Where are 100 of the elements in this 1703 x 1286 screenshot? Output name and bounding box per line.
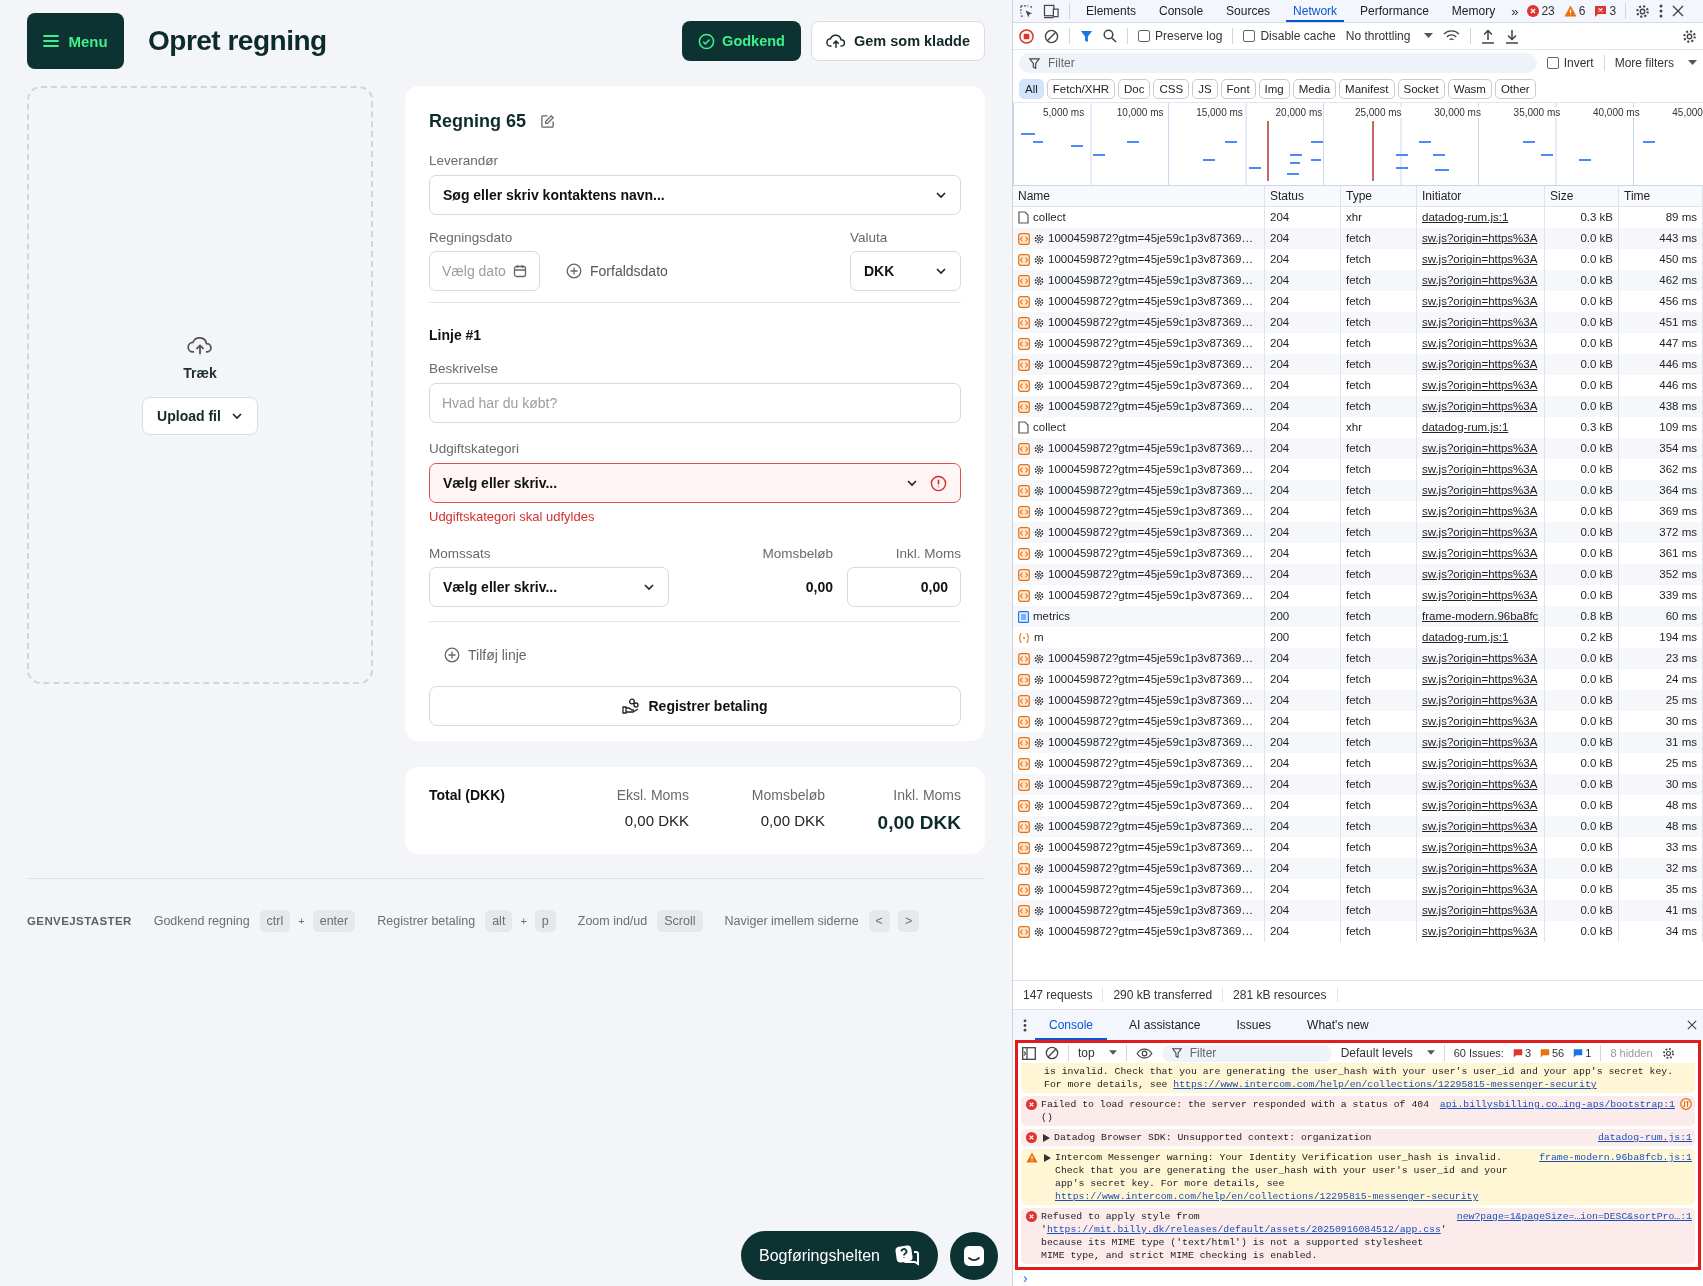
- initiator-link[interactable]: sw.js?origin=https%3A: [1422, 253, 1538, 265]
- initiator-link[interactable]: sw.js?origin=https%3A: [1422, 736, 1538, 748]
- upload-icon[interactable]: [1481, 28, 1496, 44]
- log-levels-dropdown[interactable]: Default levels: [1340, 1046, 1435, 1060]
- request-name[interactable]: 1000459872?gtm=45je59c1p3v87369…: [1013, 816, 1265, 837]
- register-payment-button[interactable]: Registrer betaling: [429, 686, 961, 726]
- description-field[interactable]: Hvad har du købt?: [429, 383, 961, 423]
- initiator-link[interactable]: sw.js?origin=https%3A: [1422, 232, 1538, 244]
- save-draft-button[interactable]: Gem som kladde: [810, 21, 985, 61]
- category-select[interactable]: Vælg eller skriv...: [429, 463, 961, 503]
- initiator-link[interactable]: sw.js?origin=https%3A: [1422, 904, 1538, 916]
- initiator-link[interactable]: datadog-rum.js:1: [1422, 211, 1509, 223]
- request-name[interactable]: 1000459872?gtm=45je59c1p3v87369…: [1013, 228, 1265, 249]
- settings-icon[interactable]: [1661, 1046, 1675, 1060]
- menu-button[interactable]: Menu: [27, 13, 124, 69]
- type-filter-chip[interactable]: Manifest: [1339, 79, 1395, 99]
- request-name[interactable]: 1000459872?gtm=45je59c1p3v87369…: [1013, 354, 1265, 375]
- request-name[interactable]: 1000459872?gtm=45je59c1p3v87369…: [1013, 312, 1265, 333]
- drawer-tab[interactable]: What's new: [1293, 1010, 1383, 1040]
- initiator-link[interactable]: sw.js?origin=https%3A: [1422, 778, 1538, 790]
- initiator-link[interactable]: sw.js?origin=https%3A: [1422, 694, 1538, 706]
- initiator-link[interactable]: sw.js?origin=https%3A: [1422, 400, 1538, 412]
- initiator-link[interactable]: sw.js?origin=https%3A: [1422, 841, 1538, 853]
- approve-button[interactable]: Godkend: [682, 21, 801, 61]
- type-filter-chip[interactable]: All: [1019, 79, 1044, 99]
- inspect-icon[interactable]: [1019, 3, 1034, 19]
- column-header[interactable]: Time: [1619, 186, 1703, 206]
- clear-icon[interactable]: [1045, 1046, 1059, 1060]
- url-link[interactable]: https://www.intercom.com/help/en/collections/12295815-messenger-security: [1173, 1079, 1597, 1090]
- source-link[interactable]: new?page=1&pageSize=…ion=DESC&sortPro…:1: [1456, 1210, 1692, 1223]
- source-link[interactable]: datadog-rum.js:1: [1597, 1131, 1692, 1144]
- filter-field[interactable]: Filter: [1019, 53, 1537, 73]
- initiator-link[interactable]: sw.js?origin=https%3A: [1422, 274, 1538, 286]
- throttling-dropdown[interactable]: No throttling: [1345, 29, 1434, 43]
- counter-badge[interactable]: 23: [1527, 4, 1555, 18]
- initiator-link[interactable]: sw.js?origin=https%3A: [1422, 673, 1538, 685]
- request-name[interactable]: 1000459872?gtm=45je59c1p3v87369…: [1013, 690, 1265, 711]
- initiator-link[interactable]: sw.js?origin=https%3A: [1422, 337, 1538, 349]
- devtools-tab[interactable]: Console: [1152, 0, 1211, 22]
- type-filter-chip[interactable]: Media: [1292, 79, 1337, 99]
- type-filter-chip[interactable]: Img: [1258, 79, 1290, 99]
- drawer-tab[interactable]: Console: [1035, 1010, 1108, 1040]
- more-filters-dropdown[interactable]: More filters: [1614, 56, 1697, 70]
- clear-icon[interactable]: [1044, 28, 1059, 44]
- file-dropzone[interactable]: Træk Upload fil: [27, 86, 373, 684]
- devtools-tab[interactable]: Sources: [1219, 0, 1278, 22]
- invert-checkbox[interactable]: Invert: [1546, 56, 1594, 70]
- initiator-link[interactable]: sw.js?origin=https%3A: [1422, 484, 1538, 496]
- add-line-button[interactable]: Tilføj linje: [444, 647, 527, 663]
- console-filter-field[interactable]: Filter: [1161, 1044, 1332, 1062]
- devtools-tab[interactable]: Memory: [1444, 0, 1503, 22]
- issues-label[interactable]: 60 Issues:: [1453, 1047, 1504, 1059]
- initiator-link[interactable]: sw.js?origin=https%3A: [1422, 442, 1538, 454]
- initiator-link[interactable]: sw.js?origin=https%3A: [1422, 505, 1538, 517]
- more-tabs-button[interactable]: »: [1511, 3, 1519, 19]
- drawer-tab[interactable]: Issues: [1222, 1010, 1286, 1040]
- initiator-link[interactable]: sw.js?origin=https%3A: [1422, 715, 1538, 727]
- url-link[interactable]: https://www.intercom.com/help/en/collections/12295815-messenger-security: [1055, 1191, 1479, 1202]
- initiator-link[interactable]: frame-modern.96ba8fc: [1422, 610, 1539, 622]
- filter-icon[interactable]: [1080, 29, 1093, 43]
- expand-triangle-icon[interactable]: [1043, 1134, 1050, 1142]
- column-header[interactable]: Initiator: [1417, 186, 1545, 206]
- disable-cache-checkbox[interactable]: Disable cache: [1243, 29, 1336, 43]
- request-name[interactable]: 1000459872?gtm=45je59c1p3v87369…: [1013, 396, 1265, 417]
- type-filter-chip[interactable]: JS: [1192, 79, 1218, 99]
- url-link[interactable]: https://mit.billy.dk/releases/default/assets/20250916084512/app.css: [1046, 1224, 1441, 1235]
- initiator-link[interactable]: sw.js?origin=https%3A: [1422, 568, 1538, 580]
- request-name[interactable]: 1000459872?gtm=45je59c1p3v87369…: [1013, 270, 1265, 291]
- initiator-link[interactable]: sw.js?origin=https%3A: [1422, 820, 1538, 832]
- issue-count[interactable]: 1: [1573, 1047, 1592, 1059]
- devtools-tab[interactable]: Elements: [1079, 0, 1144, 22]
- source-link[interactable]: api.billysbilling.co…ing-aps/bootstrap:1: [1439, 1098, 1675, 1111]
- request-name[interactable]: 1000459872?gtm=45je59c1p3v87369…: [1013, 522, 1265, 543]
- initiator-link[interactable]: datadog-rum.js:1: [1422, 631, 1509, 643]
- chat-button[interactable]: [950, 1231, 998, 1280]
- request-name[interactable]: metrics: [1013, 606, 1265, 627]
- type-filter-chip[interactable]: Socket: [1397, 79, 1445, 99]
- column-header[interactable]: Name: [1013, 186, 1265, 206]
- request-name[interactable]: 1000459872?gtm=45je59c1p3v87369…: [1013, 900, 1265, 921]
- download-icon[interactable]: [1505, 28, 1520, 44]
- initiator-link[interactable]: sw.js?origin=https%3A: [1422, 526, 1538, 538]
- type-filter-chip[interactable]: CSS: [1153, 79, 1190, 99]
- initiator-link[interactable]: sw.js?origin=https%3A: [1422, 589, 1538, 601]
- issue-count[interactable]: 56: [1540, 1047, 1565, 1059]
- request-name[interactable]: 1000459872?gtm=45je59c1p3v87369…: [1013, 564, 1265, 585]
- preserve-log-checkbox[interactable]: Preserve log: [1138, 29, 1223, 43]
- request-name[interactable]: 1000459872?gtm=45je59c1p3v87369…: [1013, 438, 1265, 459]
- column-header[interactable]: Size: [1545, 186, 1619, 206]
- context-dropdown[interactable]: top: [1078, 1046, 1117, 1060]
- devtools-tab[interactable]: Performance: [1353, 0, 1436, 22]
- network-conditions-icon[interactable]: [1443, 29, 1461, 43]
- request-name[interactable]: 1000459872?gtm=45je59c1p3v87369…: [1013, 921, 1265, 942]
- type-filter-chip[interactable]: Wasm: [1447, 79, 1492, 99]
- type-filter-chip[interactable]: Fetch/XHR: [1046, 79, 1116, 99]
- currency-select[interactable]: DKK: [850, 251, 961, 291]
- upload-button[interactable]: Upload fil: [142, 397, 258, 435]
- column-header[interactable]: Status: [1265, 186, 1341, 206]
- initiator-link[interactable]: sw.js?origin=https%3A: [1422, 379, 1538, 391]
- counter-badge[interactable]: 6: [1563, 4, 1586, 18]
- request-name[interactable]: 1000459872?gtm=45je59c1p3v87369…: [1013, 732, 1265, 753]
